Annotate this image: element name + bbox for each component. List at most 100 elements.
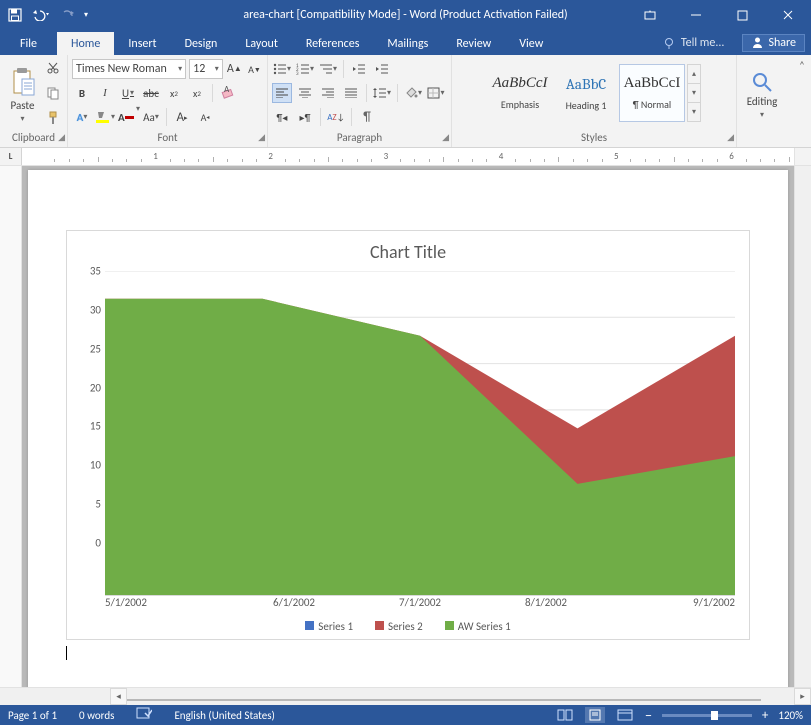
shrink-font2-button[interactable]: A◂ (195, 107, 215, 127)
paragraph-launcher-icon[interactable]: ◢ (442, 132, 449, 143)
cut-button[interactable] (43, 58, 63, 78)
ltr-button[interactable]: ¶◂ (272, 107, 292, 127)
tab-layout[interactable]: Layout (231, 32, 292, 55)
style-heading1[interactable]: AaBbC Heading 1 (553, 64, 619, 122)
highlight-button[interactable]: ▾ (95, 107, 115, 127)
tab-design[interactable]: Design (171, 32, 232, 55)
qat-customize-icon[interactable]: ▾ (84, 10, 88, 20)
redo-icon[interactable] (60, 9, 74, 21)
italic-button[interactable]: I (95, 83, 115, 103)
chart-title[interactable]: Chart Title (81, 241, 735, 263)
tab-file[interactable]: File (0, 32, 57, 55)
tab-selector[interactable]: L (0, 148, 22, 165)
tab-home[interactable]: Home (57, 32, 114, 55)
font-size-combo[interactable]: 12▾ (189, 59, 223, 79)
vertical-ruler[interactable] (0, 166, 22, 687)
bold-button[interactable]: B (72, 83, 92, 103)
svg-text:A: A (224, 86, 230, 95)
strikethrough-button[interactable]: abc (141, 83, 161, 103)
outdent-icon (352, 63, 366, 75)
shading-button[interactable]: ▾ (403, 83, 423, 103)
shrink-font-button[interactable]: A▼ (246, 59, 263, 79)
horizontal-ruler[interactable]: 123456 (22, 148, 794, 165)
share-button[interactable]: Share (742, 34, 805, 52)
text-effects-button[interactable]: A▾ (72, 107, 92, 127)
chart-object[interactable]: Chart Title 05101520253035 5/1/20026/1/2… (66, 230, 750, 640)
show-marks-button[interactable]: ¶ (357, 107, 377, 127)
person-icon (751, 36, 764, 49)
horizontal-scrollbar[interactable]: ◂ ▸ (0, 687, 811, 705)
collapse-ribbon-icon[interactable]: ˄ (793, 55, 811, 147)
web-layout-icon[interactable] (615, 707, 635, 723)
justify-button[interactable] (341, 83, 361, 103)
undo-icon[interactable] (32, 9, 50, 21)
zoom-in-button[interactable]: + (762, 708, 768, 723)
tab-insert[interactable]: Insert (114, 32, 170, 55)
increase-indent-button[interactable] (372, 59, 392, 79)
style-normal[interactable]: AaBbCcI ¶ Normal (619, 64, 685, 122)
decrease-indent-button[interactable] (349, 59, 369, 79)
zoom-out-button[interactable]: − (645, 707, 652, 724)
styles-launcher-icon[interactable]: ◢ (727, 132, 734, 143)
copy-button[interactable] (43, 83, 63, 103)
font-launcher-icon[interactable]: ◢ (258, 132, 265, 143)
status-language[interactable]: English (United States) (174, 709, 274, 722)
status-word-count[interactable]: 0 words (79, 709, 114, 722)
chart-plot-area[interactable] (105, 271, 735, 596)
tab-references[interactable]: References (292, 32, 374, 55)
format-painter-button[interactable] (43, 108, 63, 128)
align-left-button[interactable] (272, 83, 292, 103)
minimize-button[interactable] (673, 0, 719, 30)
zoom-slider[interactable] (662, 714, 752, 717)
numbering-button[interactable]: 123▾ (295, 59, 315, 79)
line-spacing-button[interactable]: ▾ (372, 83, 392, 103)
highlighter-icon (95, 110, 111, 124)
save-icon[interactable] (8, 8, 22, 22)
rtl-button[interactable]: ▸¶ (295, 107, 315, 127)
style-emphasis[interactable]: AaBbCcI Emphasis (487, 64, 553, 122)
copy-icon (46, 86, 60, 100)
align-center-button[interactable] (295, 83, 315, 103)
tab-review[interactable]: Review (442, 32, 505, 55)
maximize-button[interactable] (719, 0, 765, 30)
tell-me-search[interactable]: Tell me... (662, 36, 725, 50)
chart-legend[interactable]: Series 1 Series 2 AW Series 1 (81, 614, 735, 633)
styles-scroll[interactable]: ▴▾▾ (687, 64, 701, 122)
grow-font-button[interactable]: A▲ (226, 59, 243, 79)
font-color-button[interactable]: A▾ (118, 107, 138, 127)
subscript-button[interactable]: x2 (164, 83, 184, 103)
borders-icon (427, 87, 440, 99)
close-button[interactable] (765, 0, 811, 30)
bullets-button[interactable]: ▾ (272, 59, 292, 79)
status-page[interactable]: Page 1 of 1 (8, 709, 57, 722)
font-name-combo[interactable]: Times New Roman▾ (72, 59, 186, 79)
underline-button[interactable]: U▾ (118, 83, 138, 103)
tab-view[interactable]: View (505, 32, 557, 55)
hscroll-right-icon[interactable]: ▸ (794, 688, 811, 705)
legend-item[interactable]: Series 1 (305, 620, 353, 633)
clipboard-launcher-icon[interactable]: ◢ (58, 132, 65, 143)
editing-button[interactable]: Editing ▾ (741, 67, 783, 120)
title-bar: ▾ area-chart [Compatibility Mode] - Word… (0, 0, 811, 30)
borders-button[interactable]: ▾ (426, 83, 446, 103)
zoom-level[interactable]: 120% (778, 709, 803, 722)
print-layout-icon[interactable] (585, 707, 605, 723)
change-case-button[interactable]: Aa▾ (141, 107, 161, 127)
ribbon-display-options-icon[interactable] (627, 0, 673, 30)
vertical-scrollbar[interactable] (794, 166, 811, 687)
tab-mailings[interactable]: Mailings (373, 32, 442, 55)
status-spellcheck-icon[interactable] (136, 707, 152, 723)
sort-button[interactable]: AZ↓ (326, 107, 346, 127)
legend-item[interactable]: Series 2 (375, 620, 423, 633)
grow-font2-button[interactable]: A▸ (172, 107, 192, 127)
multilevel-button[interactable]: ▾ (318, 59, 338, 79)
align-right-button[interactable] (318, 83, 338, 103)
document-scroll[interactable]: Chart Title 05101520253035 5/1/20026/1/2… (22, 166, 794, 687)
hscroll-thumb[interactable] (127, 699, 761, 701)
superscript-button[interactable]: x2 (187, 83, 207, 103)
read-mode-icon[interactable] (555, 707, 575, 723)
legend-item[interactable]: AW Series 1 (445, 620, 511, 633)
paste-button[interactable]: Paste ▾ (4, 63, 41, 124)
clear-formatting-button[interactable]: A (218, 83, 238, 103)
hscroll-left-icon[interactable]: ◂ (110, 688, 127, 705)
